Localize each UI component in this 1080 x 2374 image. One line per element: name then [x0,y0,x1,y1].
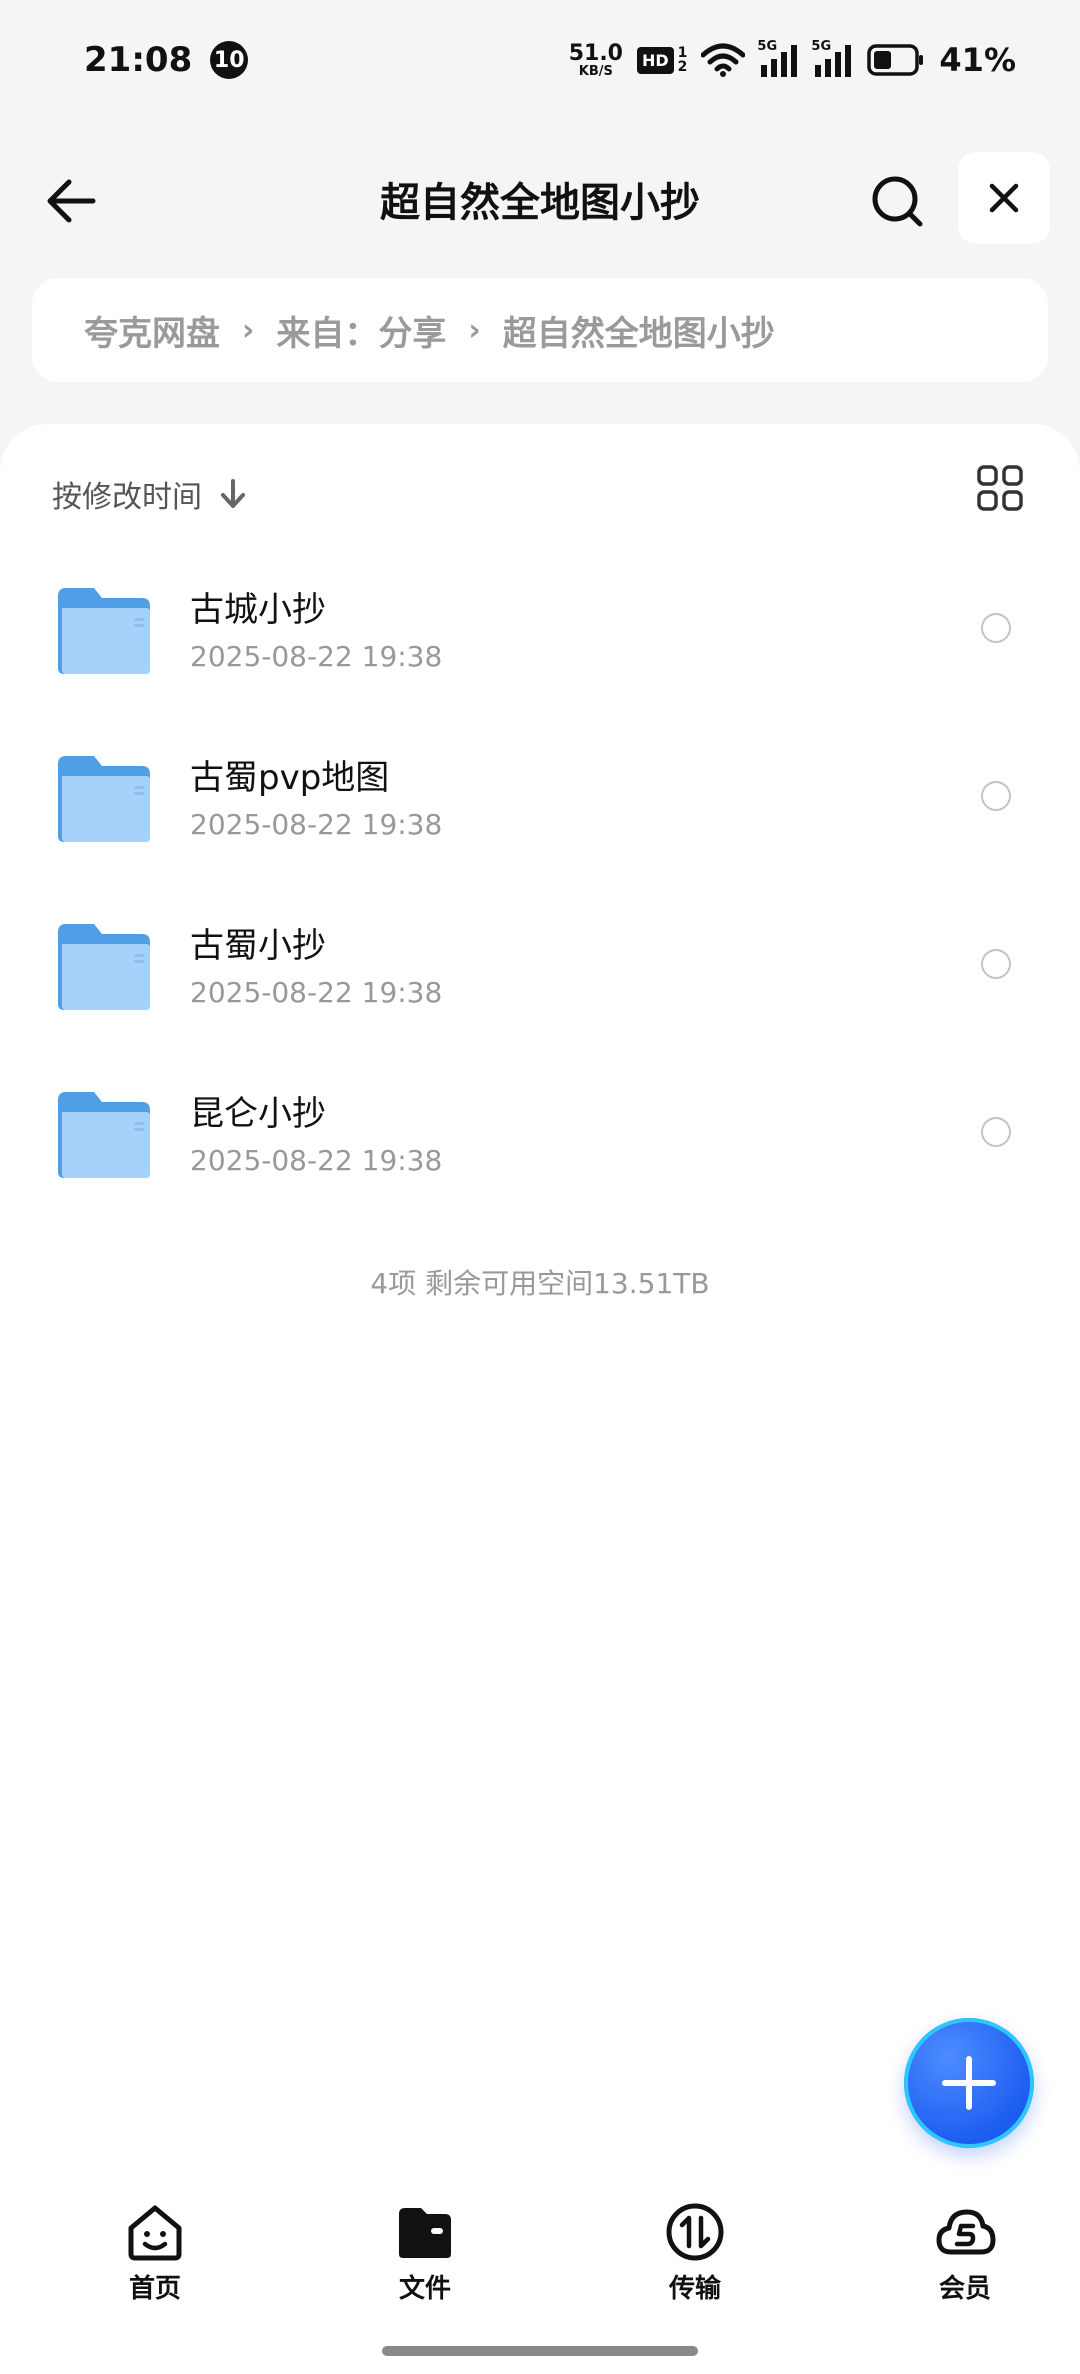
search-icon [872,176,923,227]
nav-label: 会员 [938,2274,991,2304]
select-checkbox[interactable] [981,613,1011,643]
status-time: 21:08 [84,40,193,80]
nav-label: 首页 [128,2274,181,2304]
cellular-signal-2: 5G [811,39,853,77]
nav-item-vip[interactable]: 会员 [850,2200,1080,2320]
file-name: 昆仑小抄 [190,1094,326,1134]
nav-label: 传输 [668,2274,721,2304]
list-item[interactable]: 古蜀小抄 2025-08-22 19:38 [0,892,1080,1060]
breadcrumb-item-root[interactable]: 夸克网盘 [84,306,220,355]
select-checkbox[interactable] [981,949,1011,979]
breadcrumb-item-current: 超自然全地图小抄 [502,313,775,354]
nav-item-home[interactable]: 首页 [40,2200,270,2320]
nav-item-transfer[interactable]: 传输 [580,2200,810,2320]
home-indicator[interactable] [382,2346,698,2356]
chevron-right-icon: › [242,312,255,348]
add-button[interactable] [904,2018,1034,2148]
list-item[interactable]: 古城小抄 2025-08-22 19:38 [0,556,1080,724]
sort-label: 按修改时间 [52,480,202,515]
file-date: 2025-08-22 19:38 [190,808,443,841]
close-button[interactable] [958,152,1050,244]
breadcrumb-item-share[interactable]: 来自：分享 [276,306,446,355]
breadcrumb: 夸克网盘 › 来自：分享 › 超自然全地图小抄 [32,278,1048,382]
network-speed: 51.0 KB/S [568,40,623,79]
nav-label: 文件 [398,2274,451,2304]
screen: 21:08 10 51.0 KB/S HD 1 2 5G 5G 41% 超自然全… [0,0,1080,2374]
folder-icon [58,588,150,674]
file-name: 古蜀pvp地图 [190,758,390,798]
select-checkbox[interactable] [981,1117,1011,1147]
notification-badge: 10 [210,41,249,79]
hd-voice-icon: HD [636,46,674,74]
chevron-right-icon: › [468,312,481,348]
cellular-signal-1: 5G [757,39,799,77]
close-icon [989,183,1019,213]
folder-wallet-icon [399,2208,451,2258]
folder-icon [58,924,150,1010]
select-checkbox[interactable] [981,781,1011,811]
arrow-down-icon [221,479,245,508]
file-date: 2025-08-22 19:38 [190,976,443,1009]
search-button[interactable] [862,166,932,236]
hd-sim-numbers: 1 2 [677,45,688,75]
vip-cloud-icon [936,2209,996,2255]
file-list: 古城小抄 2025-08-22 19:38 古蜀pvp地图 2025-08-22… [0,556,1080,1228]
transfer-icon [666,2203,724,2261]
nav-item-files[interactable]: 文件 [310,2200,540,2320]
file-name: 古蜀小抄 [190,926,326,966]
top-app-bar: 超自然全地图小抄 [0,152,1080,244]
battery-percent: 41% [939,41,1016,79]
folder-icon [58,756,150,842]
grid-view-icon[interactable] [976,464,1024,512]
folder-icon [58,1092,150,1178]
file-date: 2025-08-22 19:38 [190,640,443,673]
file-date: 2025-08-22 19:38 [190,1144,443,1177]
storage-summary: 4项 剩余可用空间13.51TB [370,1267,710,1300]
list-item[interactable]: 古蜀pvp地图 2025-08-22 19:38 [0,724,1080,892]
battery-icon [867,44,924,76]
sort-selector[interactable]: 按修改时间 [52,464,248,524]
status-bar: 21:08 10 51.0 KB/S HD 1 2 5G 5G 41% [0,0,1080,120]
home-smile-icon [128,2205,182,2261]
bottom-navigation: 首页 文件 传输 会员 [0,2200,1080,2320]
list-item[interactable]: 昆仑小抄 2025-08-22 19:38 [0,1060,1080,1228]
wifi-icon [701,43,746,77]
file-name: 古城小抄 [190,590,326,630]
plus-icon [942,2056,996,2110]
